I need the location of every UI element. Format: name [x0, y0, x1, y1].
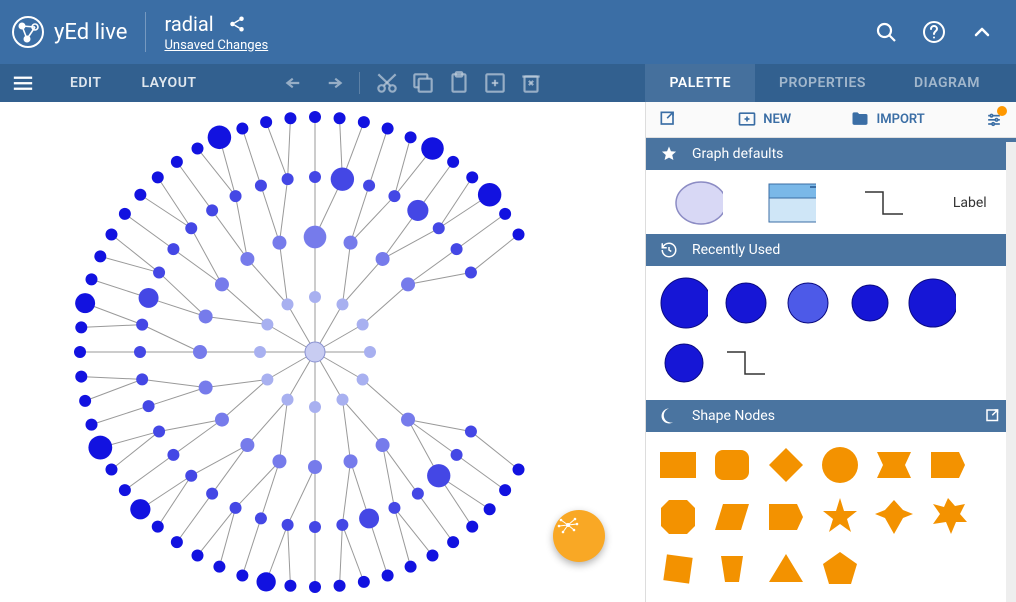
- paste-icon[interactable]: [446, 70, 472, 96]
- recent-shape[interactable]: [846, 280, 894, 326]
- sidebar-tabs: PALETTE PROPERTIES DIAGRAM: [645, 64, 1004, 102]
- palette-shape[interactable]: [708, 442, 756, 488]
- graph-canvas[interactable]: [0, 102, 645, 602]
- section-shape-nodes[interactable]: Shape Nodes: [646, 400, 1016, 432]
- default-node-ellipse[interactable]: [675, 180, 723, 226]
- tab-palette[interactable]: PALETTE: [645, 64, 755, 102]
- recent-shape[interactable]: [784, 280, 832, 326]
- default-group-rect[interactable]: [768, 180, 816, 226]
- app-logo[interactable]: yEd live: [12, 12, 146, 52]
- recent-edge[interactable]: [722, 340, 770, 386]
- popout-icon[interactable]: [984, 407, 1002, 425]
- palette-shape[interactable]: [870, 442, 918, 488]
- star-icon: [660, 145, 678, 163]
- share-icon[interactable]: [228, 15, 246, 33]
- palette-shape[interactable]: [870, 494, 918, 540]
- recently-used-body: [646, 266, 1016, 400]
- palette-toolbar: NEW IMPORT: [646, 102, 1016, 138]
- palette-sidebar: NEW IMPORT Graph defaults Label Recently…: [645, 102, 1016, 602]
- menu-layout[interactable]: LAYOUT: [127, 75, 210, 91]
- delete-icon[interactable]: [518, 70, 544, 96]
- undo-icon[interactable]: [283, 70, 309, 96]
- app-name: yEd live: [54, 20, 127, 45]
- titlebar: yEd live radial Unsaved Changes: [0, 0, 1016, 64]
- recent-shape[interactable]: [660, 280, 708, 326]
- overview-fab[interactable]: [553, 510, 605, 562]
- help-icon[interactable]: [922, 20, 946, 44]
- default-edge[interactable]: [860, 180, 908, 226]
- settings-button[interactable]: [984, 109, 1004, 129]
- search-icon[interactable]: [874, 20, 898, 44]
- tab-diagram[interactable]: DIAGRAM: [890, 64, 1004, 102]
- palette-shape[interactable]: [816, 546, 864, 592]
- palette-shape[interactable]: [924, 494, 972, 540]
- palette-shape[interactable]: [762, 494, 810, 540]
- palette-shape[interactable]: [924, 442, 972, 488]
- sidebar-scrollbar[interactable]: [1006, 142, 1016, 602]
- radial-graph: [0, 102, 645, 602]
- palette-shape[interactable]: [816, 442, 864, 488]
- moon-icon: [660, 407, 678, 425]
- palette-shape[interactable]: [654, 442, 702, 488]
- recent-shape[interactable]: [908, 280, 956, 326]
- collapse-icon[interactable]: [970, 20, 994, 44]
- palette-shape[interactable]: [762, 546, 810, 592]
- settings-badge-icon: [997, 106, 1007, 116]
- menu-edit[interactable]: EDIT: [56, 75, 115, 91]
- import-button[interactable]: IMPORT: [850, 109, 924, 129]
- default-label[interactable]: Label: [953, 195, 987, 211]
- redo-icon[interactable]: [319, 70, 345, 96]
- document-title[interactable]: radial: [164, 12, 213, 36]
- copy-icon[interactable]: [410, 70, 436, 96]
- palette-shape[interactable]: [708, 494, 756, 540]
- palette-shape[interactable]: [708, 546, 756, 592]
- yed-logo-icon: [12, 16, 44, 48]
- palette-shape[interactable]: [816, 494, 864, 540]
- hamburger-icon[interactable]: [12, 72, 34, 94]
- section-title: Graph defaults: [692, 146, 783, 162]
- shape-nodes-body: [646, 432, 1016, 602]
- palette-shape[interactable]: [654, 494, 702, 540]
- graph-defaults-body: Label: [646, 170, 1016, 234]
- toolbar-separator: [359, 72, 360, 94]
- recent-shape[interactable]: [722, 280, 770, 326]
- duplicate-icon[interactable]: [482, 70, 508, 96]
- palette-shape[interactable]: [654, 546, 702, 592]
- import-label: IMPORT: [876, 112, 924, 127]
- recent-shape[interactable]: [660, 340, 708, 386]
- history-icon: [660, 241, 678, 259]
- new-label: NEW: [763, 112, 791, 127]
- palette-shape[interactable]: [762, 442, 810, 488]
- new-button[interactable]: NEW: [737, 109, 791, 129]
- section-recently-used[interactable]: Recently Used: [646, 234, 1016, 266]
- section-graph-defaults[interactable]: Graph defaults: [646, 138, 1016, 170]
- cut-icon[interactable]: [374, 70, 400, 96]
- toolbar: EDIT LAYOUT PALETTE PROPERTIES DIAGRAM: [0, 64, 1016, 102]
- section-title: Recently Used: [692, 242, 780, 258]
- document-info: radial Unsaved Changes: [164, 12, 268, 53]
- unsaved-changes-link[interactable]: Unsaved Changes: [164, 38, 268, 53]
- tab-properties[interactable]: PROPERTIES: [755, 64, 890, 102]
- section-title: Shape Nodes: [692, 408, 775, 424]
- external-open-button[interactable]: [658, 109, 678, 129]
